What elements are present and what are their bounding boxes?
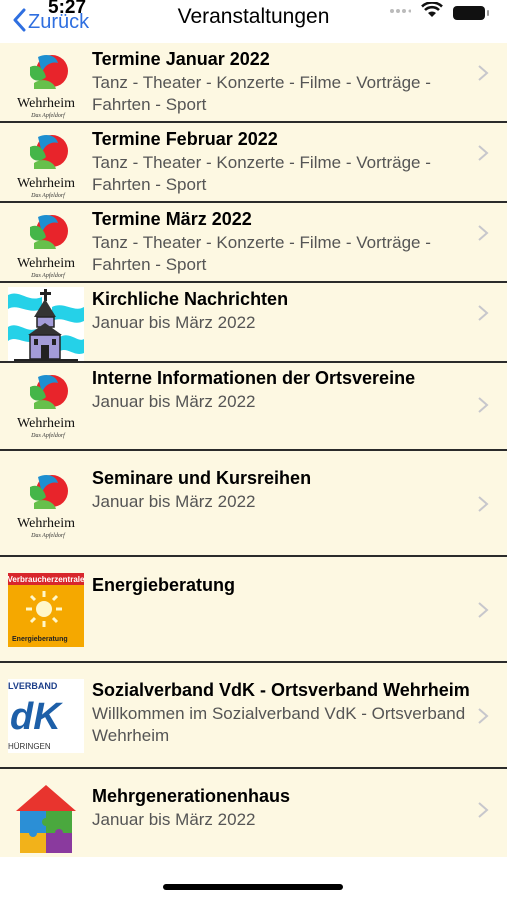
- logo-name: Wehrheim: [17, 416, 75, 431]
- vdk-bottom: HÜRINGEN: [8, 742, 51, 751]
- chevron-right-icon: [478, 496, 489, 512]
- logo-name: Wehrheim: [17, 176, 75, 191]
- wehrheim-logo: Wehrheim Das Apfeldorf: [17, 55, 75, 119]
- wehrheim-logo: Wehrheim Das Apfeldorf: [17, 375, 75, 439]
- list-item-termine-maerz[interactable]: Wehrheim Das Apfeldorf Termine März 2022…: [0, 203, 507, 283]
- row-subtitle: Tanz - Theater - Konzerte - Filme - Vort…: [92, 153, 431, 194]
- logo-tagline: Das Apfeldorf: [30, 432, 66, 439]
- row-title: Mehrgenerationenhaus: [92, 786, 291, 806]
- row-subtitle: Januar bis März 2022: [92, 810, 256, 829]
- vz-sub: Energieberatung: [12, 636, 68, 643]
- verbraucherzentrale-logo: Verbraucherzentrale Energieberatung: [8, 573, 84, 647]
- vdk-top: LVERBAND: [8, 681, 58, 691]
- logo-tagline: Das Apfeldorf: [30, 532, 66, 539]
- list-item-termine-februar[interactable]: Wehrheim Das Apfeldorf Termine Februar 2…: [0, 123, 507, 203]
- row-title: Seminare und Kursreihen: [92, 468, 312, 488]
- home-indicator[interactable]: [163, 884, 343, 890]
- chevron-right-icon: [478, 145, 489, 161]
- list-item-termine-januar[interactable]: Wehrheim Das Apfeldorf Termine Januar 20…: [0, 43, 507, 123]
- church-icon: [8, 287, 84, 361]
- row-title: Interne Informationen der Ortsvereine: [92, 368, 416, 388]
- list-item-mehrgenerationenhaus[interactable]: Mehrgenerationenhaus Januar bis März 202…: [0, 769, 507, 857]
- row-subtitle: Januar bis März 2022: [92, 392, 256, 411]
- chevron-right-icon: [478, 602, 489, 618]
- logo-tagline: Das Apfeldorf: [30, 192, 66, 199]
- row-title: Sozialverband VdK - Ortsverband Wehrheim: [92, 680, 470, 700]
- list-item-seminare[interactable]: Wehrheim Das Apfeldorf Seminare und Kurs…: [0, 451, 507, 557]
- list-item-energieberatung[interactable]: Verbraucherzentrale Energieberatung Ener…: [0, 557, 507, 663]
- logo-name: Wehrheim: [17, 256, 75, 271]
- chevron-right-icon: [478, 397, 489, 413]
- row-title: Termine Januar 2022: [92, 49, 270, 69]
- row-subtitle: Tanz - Theater - Konzerte - Filme - Vort…: [92, 73, 431, 114]
- logo-tagline: Das Apfeldorf: [30, 272, 66, 279]
- row-title: Energieberatung: [92, 575, 236, 595]
- chevron-right-icon: [478, 305, 489, 321]
- list-item-interne-informationen[interactable]: Wehrheim Das Apfeldorf Interne Informati…: [0, 363, 507, 451]
- chevron-right-icon: [478, 802, 489, 818]
- vdk-logo: LVERBAND dK HÜRINGEN: [8, 679, 84, 753]
- list-item-kirchliche-nachrichten[interactable]: Kirchliche Nachrichten Januar bis März 2…: [0, 283, 507, 363]
- row-subtitle: Willkommen im Sozialverband VdK - Ortsve…: [92, 704, 466, 745]
- row-title: Termine März 2022: [92, 209, 252, 229]
- logo-name: Wehrheim: [17, 96, 75, 111]
- wehrheim-logo: Wehrheim Das Apfeldorf: [17, 475, 75, 539]
- logo-tagline: Das Apfeldorf: [30, 112, 66, 119]
- event-list: Wehrheim Das Apfeldorf Termine Januar 20…: [0, 43, 507, 857]
- chevron-right-icon: [478, 708, 489, 724]
- vz-label: Verbraucherzentrale: [8, 575, 84, 584]
- chevron-right-icon: [478, 65, 489, 81]
- wehrheim-logo: Wehrheim Das Apfeldorf: [17, 215, 75, 279]
- chevron-right-icon: [478, 225, 489, 241]
- page-title: Veranstaltungen: [177, 5, 330, 28]
- wehrheim-logo: Wehrheim Das Apfeldorf: [17, 135, 75, 199]
- list-item-sozialverband-vdk[interactable]: LVERBAND dK HÜRINGEN Sozialverband VdK -…: [0, 663, 507, 769]
- row-subtitle: Januar bis März 2022: [92, 492, 256, 511]
- row-subtitle: Tanz - Theater - Konzerte - Filme - Vort…: [92, 233, 431, 274]
- row-subtitle: Januar bis März 2022: [92, 313, 256, 332]
- vdk-main: dK: [10, 696, 63, 738]
- house-puzzle-icon: [16, 785, 76, 853]
- navigation-bar: Zurück Veranstaltungen: [0, 0, 507, 43]
- row-title: Kirchliche Nachrichten: [92, 289, 289, 309]
- row-title: Termine Februar 2022: [92, 129, 278, 149]
- logo-name: Wehrheim: [17, 516, 75, 531]
